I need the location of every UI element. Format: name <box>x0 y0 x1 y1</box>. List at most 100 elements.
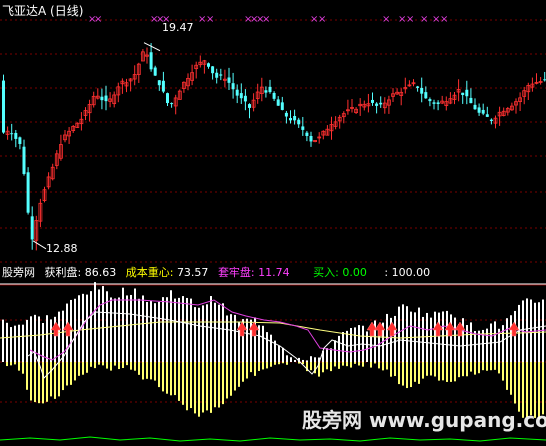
profit-bar <box>174 298 176 362</box>
trapped-bar <box>110 362 112 371</box>
trapped-bar <box>378 362 380 369</box>
trapped-bar <box>426 362 428 376</box>
chart-svg: ×× ××× × × ×××× × × × × × × × × <box>0 14 546 442</box>
profit-bar <box>462 318 464 362</box>
trapped-bar <box>150 362 152 380</box>
profit-bar <box>94 282 96 362</box>
profit-bar <box>30 316 32 362</box>
trapped-bar <box>406 362 408 389</box>
candle-down <box>416 86 420 88</box>
profit-bar <box>466 325 468 362</box>
candle-down <box>18 137 22 144</box>
profit-bar <box>186 297 188 362</box>
candle-down <box>465 89 469 97</box>
profit-bar <box>110 297 112 362</box>
candle-down <box>473 104 477 110</box>
trapped-bar <box>186 362 188 411</box>
profit-bar <box>398 306 400 362</box>
candle-down <box>264 90 268 93</box>
profit-bar <box>182 296 184 362</box>
trapped-bar <box>246 362 248 379</box>
profit-bar <box>82 293 84 362</box>
cost-center-value: 73.57 <box>176 266 209 279</box>
profit-bar <box>46 315 48 362</box>
profit-bar <box>406 306 408 362</box>
signal-marker: × <box>94 14 102 25</box>
trapped-bar <box>278 362 280 365</box>
profit-bar <box>358 325 360 362</box>
candle-down <box>157 80 161 86</box>
watermark: 股旁网 www.gupang.com <box>302 408 546 432</box>
trapped-bar <box>94 362 96 369</box>
profit-bar <box>126 295 128 362</box>
candle-down <box>272 92 276 99</box>
trapped-bar <box>458 362 460 378</box>
trapped-bar <box>134 362 136 371</box>
candle-down <box>248 104 251 108</box>
profit-bar <box>130 294 132 362</box>
trapped-bar <box>370 362 372 368</box>
high-price-label: 19.47 <box>162 21 194 34</box>
trapped-bar <box>414 362 416 382</box>
trapped-bar <box>194 362 196 414</box>
trapped-bar <box>250 362 252 373</box>
candle-down <box>207 63 210 67</box>
profit-value: 86.63 <box>84 266 117 279</box>
candle-down <box>297 119 301 125</box>
profit-bar <box>450 314 452 362</box>
trapped-bar <box>470 362 472 372</box>
profit-bar <box>266 332 268 362</box>
profit-bar <box>90 291 92 362</box>
trapped-bar <box>202 362 204 413</box>
profit-bar <box>86 294 88 362</box>
profit-bar <box>386 313 388 362</box>
profit-bar <box>150 301 152 362</box>
trapped-bar <box>266 362 268 369</box>
grid-lines <box>0 19 546 403</box>
profit-bar <box>2 319 4 362</box>
trapped-bar <box>506 362 508 390</box>
trapped-bar <box>198 362 200 417</box>
profit-bar <box>170 290 172 362</box>
trapped-bar <box>402 362 404 386</box>
trapped-bar <box>238 362 240 387</box>
trapped-bar <box>350 362 352 368</box>
profit-bar <box>394 315 396 362</box>
trapped-bar <box>346 362 348 367</box>
trapped-bar <box>482 362 484 371</box>
candle-down <box>481 109 485 114</box>
candle-down <box>305 132 309 137</box>
profit-bar <box>470 322 472 362</box>
profit-bar <box>50 319 52 362</box>
trapped-bar <box>374 362 376 364</box>
candle-down <box>289 118 292 121</box>
trapped-bar <box>270 362 272 367</box>
candle-down <box>309 136 313 142</box>
profit-bar <box>270 334 272 362</box>
trapped-bar <box>42 362 44 404</box>
candle-down <box>161 80 165 92</box>
candle-down <box>276 99 280 106</box>
trapped-bar <box>254 362 256 376</box>
candle-down <box>432 102 436 104</box>
profit-bar <box>306 360 308 362</box>
profit-bar <box>138 298 140 362</box>
profit-bar <box>338 335 340 362</box>
buy-label: 买入: <box>313 266 339 279</box>
buy-value: 0.00 <box>342 266 367 279</box>
trapped-bar <box>342 362 344 366</box>
signal-marker: × <box>382 14 390 25</box>
profit-bar <box>18 324 20 362</box>
profit-bar <box>214 302 216 362</box>
profit-bar <box>334 340 336 362</box>
trapped-bar <box>222 362 224 405</box>
trapped-bar <box>26 362 28 390</box>
candle-down <box>243 95 247 102</box>
trapped-bar <box>82 362 84 375</box>
profit-bar <box>418 307 420 362</box>
trapped-bar <box>98 362 100 365</box>
trapped-bar <box>58 362 60 397</box>
buy-line <box>0 436 546 442</box>
profit-bar <box>26 319 28 362</box>
trapped-bar <box>18 362 20 371</box>
